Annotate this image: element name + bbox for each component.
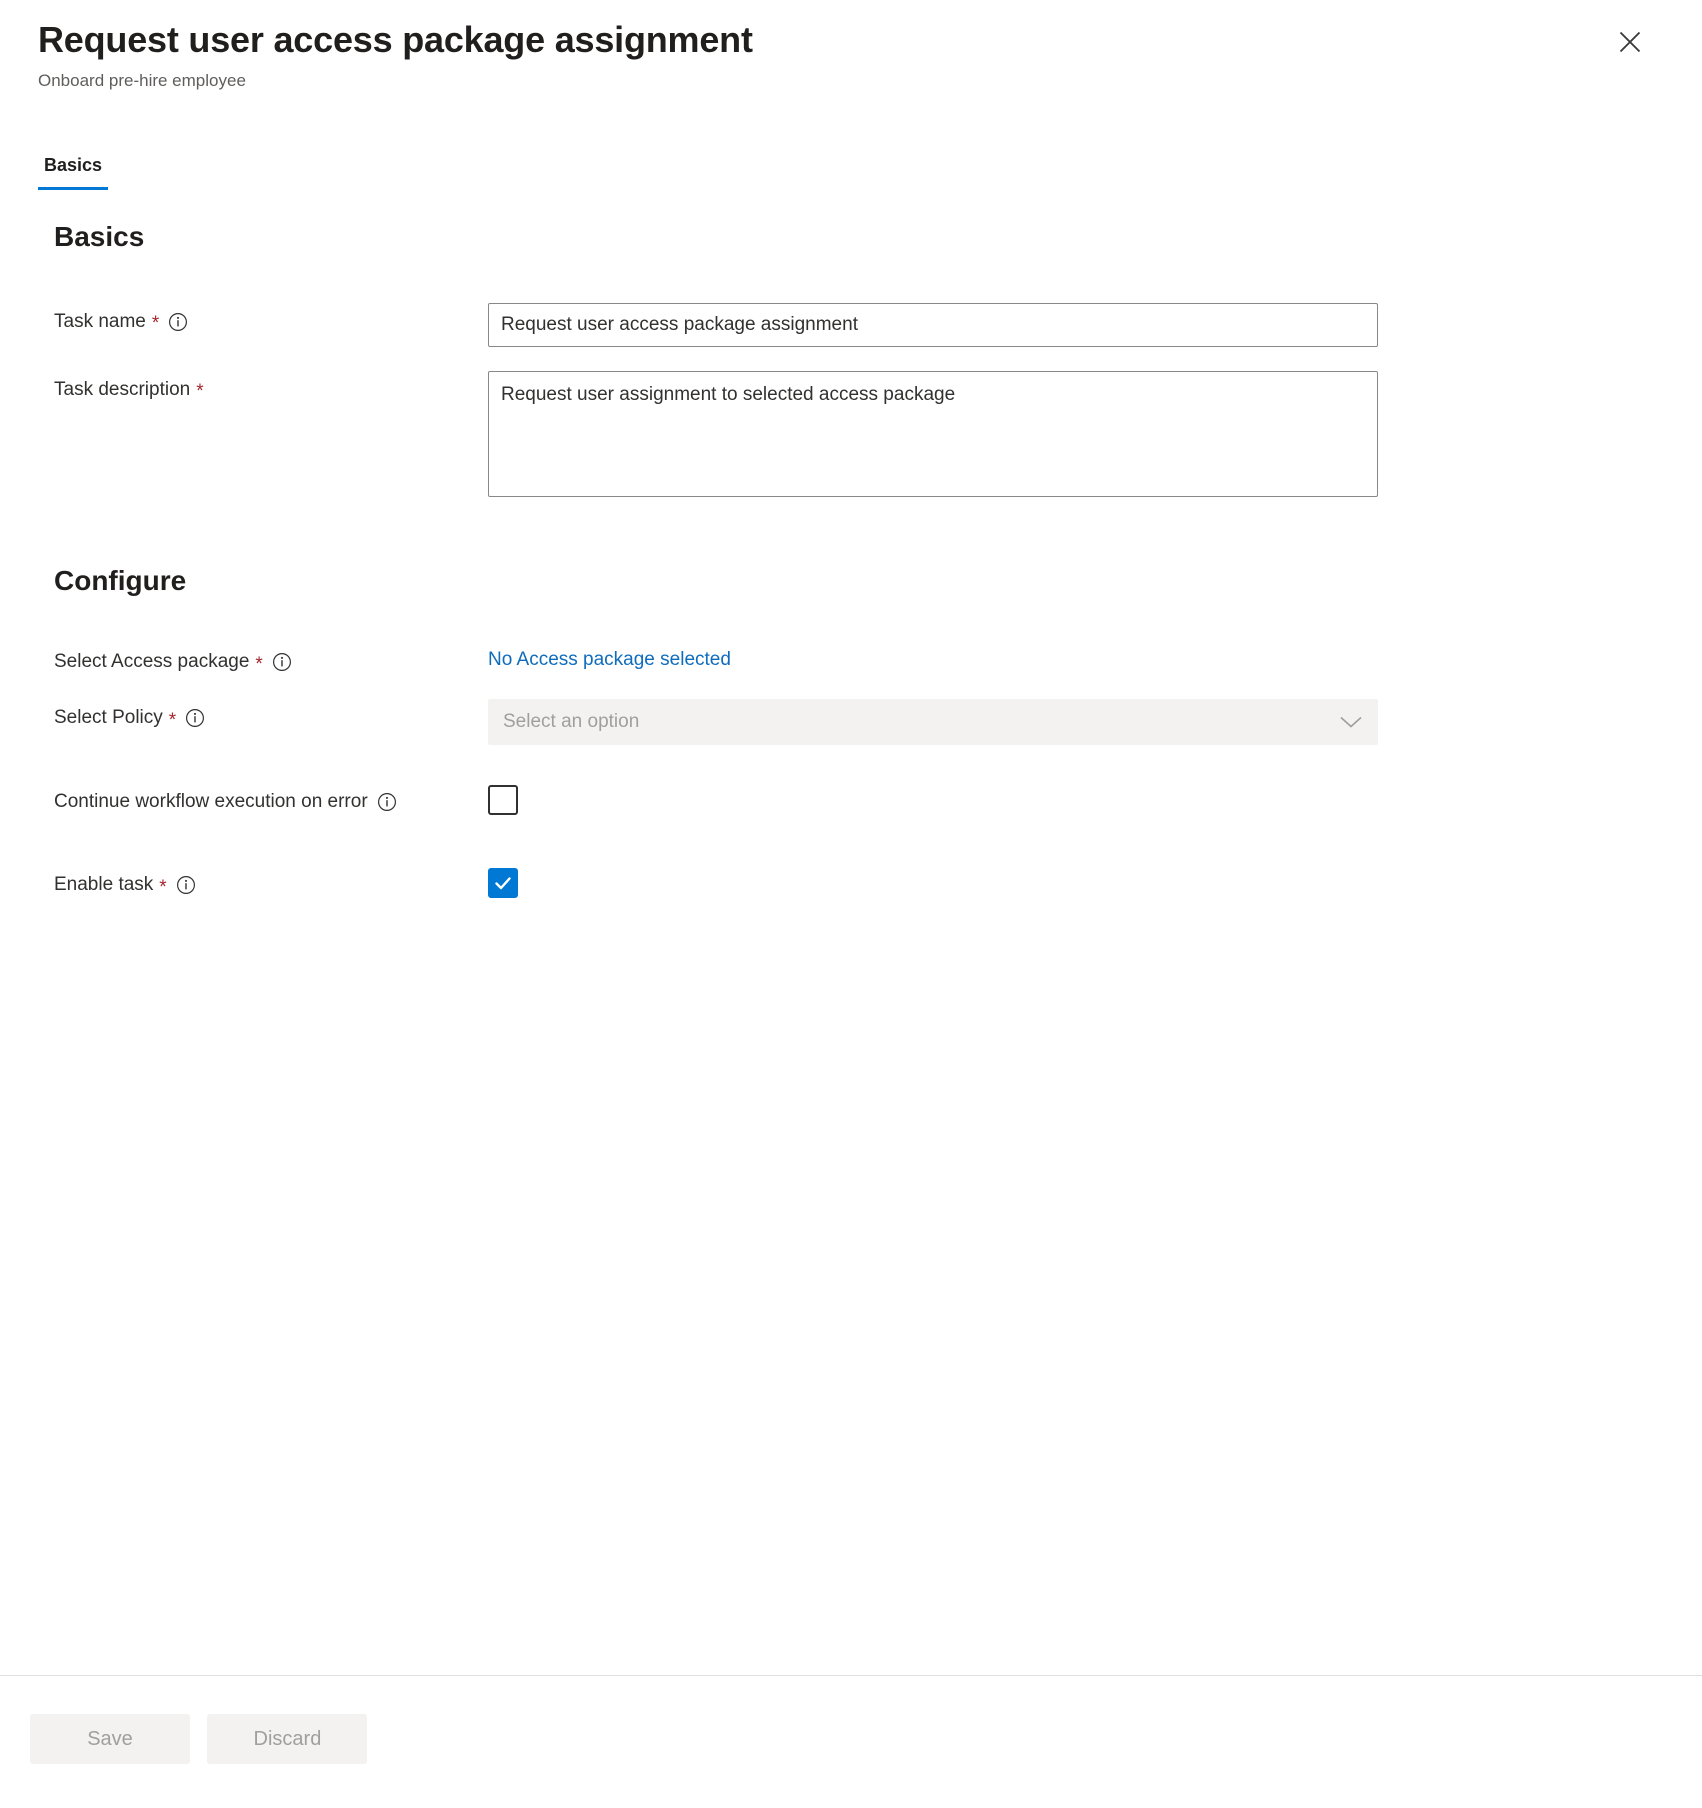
close-button[interactable]	[1610, 22, 1650, 62]
form-content: Basics Task name * Task description *	[0, 220, 1702, 1675]
enable-task-label: Enable task	[54, 872, 153, 898]
required-indicator: *	[255, 655, 262, 674]
panel-header: Request user access package assignment O…	[0, 0, 1702, 130]
task-description-control	[488, 371, 1664, 502]
continue-on-error-checkbox[interactable]	[488, 785, 518, 815]
required-indicator: *	[169, 711, 176, 730]
no-access-package-selected-link[interactable]: No Access package selected	[488, 643, 731, 677]
field-row-task-name: Task name *	[54, 303, 1664, 347]
select-access-package-control: No Access package selected	[488, 643, 1664, 677]
select-policy-control: Select an option	[488, 699, 1664, 745]
footer-action-bar: Save Discard	[0, 1675, 1702, 1808]
select-access-package-label: Select Access package	[54, 649, 249, 675]
field-row-select-access-package: Select Access package * No Access packag…	[54, 643, 1664, 677]
info-icon[interactable]	[185, 708, 205, 728]
section-heading-basics: Basics	[54, 220, 1664, 254]
continue-on-error-label: Continue workflow execution on error	[54, 789, 368, 815]
select-policy-dropdown[interactable]: Select an option	[488, 699, 1378, 745]
tab-basics[interactable]: Basics	[38, 155, 108, 190]
required-indicator: *	[196, 382, 203, 401]
enable-task-checkbox[interactable]	[488, 868, 518, 898]
tab-list: Basics	[38, 155, 1702, 200]
save-button[interactable]: Save	[30, 1714, 190, 1764]
task-description-textarea[interactable]	[488, 371, 1378, 497]
field-row-task-description: Task description *	[54, 371, 1664, 502]
required-indicator: *	[152, 314, 159, 333]
continue-on-error-label-group: Continue workflow execution on error	[54, 783, 488, 815]
section-heading-configure: Configure	[54, 564, 1664, 598]
discard-button[interactable]: Discard	[207, 1714, 367, 1764]
discard-button-label: Discard	[254, 1728, 322, 1750]
task-name-input[interactable]	[488, 303, 1378, 347]
enable-task-control	[488, 866, 1664, 899]
tab-basics-label: Basics	[44, 155, 102, 175]
required-indicator: *	[159, 878, 166, 897]
chevron-down-icon	[1339, 715, 1363, 729]
info-icon[interactable]	[176, 875, 196, 895]
task-name-label: Task name	[54, 309, 146, 335]
task-description-label-group: Task description *	[54, 371, 488, 403]
task-name-label-group: Task name *	[54, 303, 488, 335]
select-access-package-label-group: Select Access package *	[54, 643, 488, 675]
info-icon[interactable]	[272, 652, 292, 672]
info-icon[interactable]	[168, 312, 188, 332]
info-icon[interactable]	[377, 792, 397, 812]
select-policy-label-group: Select Policy *	[54, 699, 488, 731]
page-subtitle: Onboard pre-hire employee	[38, 70, 1664, 92]
field-row-enable-task: Enable task *	[54, 866, 1664, 899]
select-policy-selected-value: Select an option	[503, 711, 639, 733]
save-button-label: Save	[87, 1728, 133, 1750]
continue-on-error-control	[488, 783, 1664, 820]
task-description-label: Task description	[54, 377, 190, 403]
field-row-continue-on-error: Continue workflow execution on error	[54, 783, 1664, 820]
enable-task-label-group: Enable task *	[54, 866, 488, 898]
field-row-select-policy: Select Policy * Select an option	[54, 699, 1664, 745]
page-title: Request user access package assignment	[38, 18, 1664, 62]
close-icon	[1617, 29, 1643, 55]
select-policy-label: Select Policy	[54, 705, 163, 731]
task-name-control	[488, 303, 1664, 347]
